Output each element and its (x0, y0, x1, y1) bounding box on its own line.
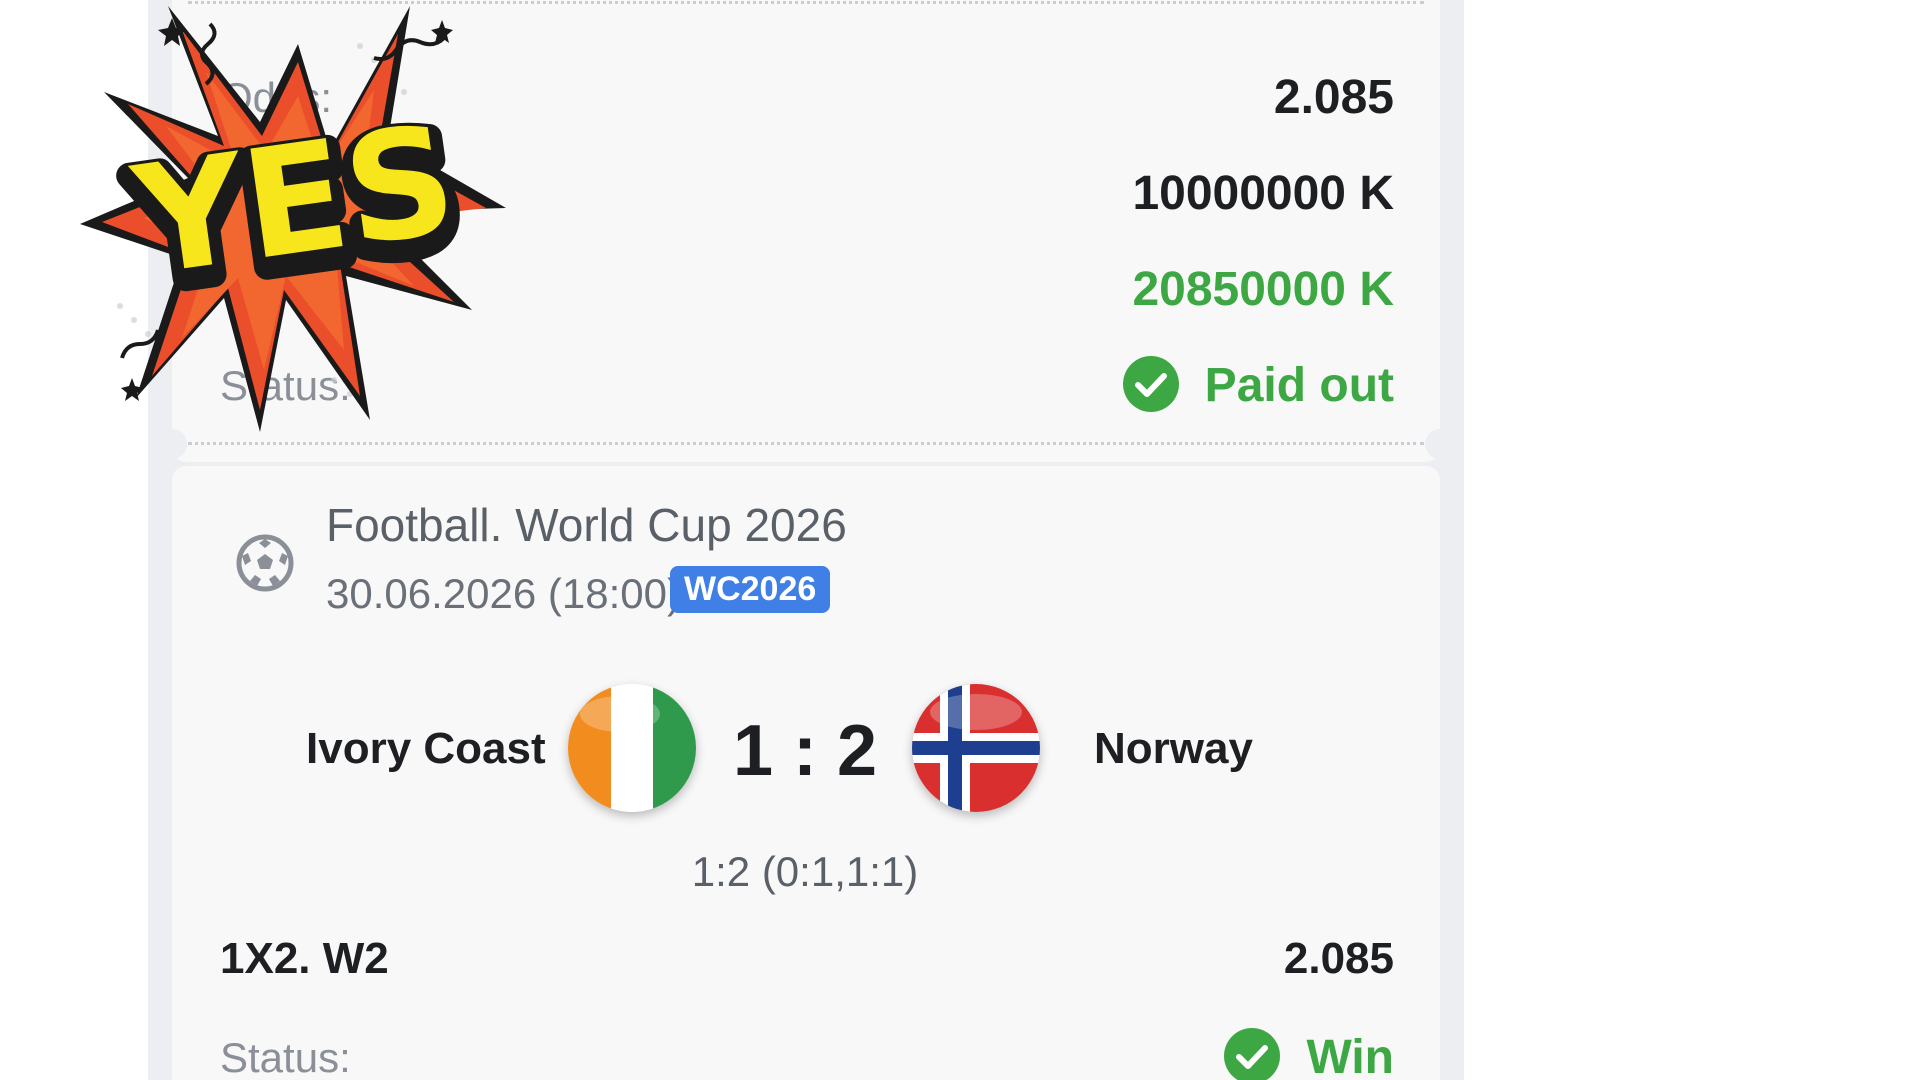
payout-value: 20850000 K (1132, 263, 1394, 316)
check-circle-icon (1224, 1028, 1281, 1080)
check-circle-icon (1122, 356, 1179, 413)
event-status-row: Status: Win (220, 1024, 1394, 1080)
match-score: 1 : 2 (732, 711, 878, 791)
status-value: Paid out (1204, 359, 1394, 412)
away-team-name: Norway (1094, 724, 1253, 773)
score-breakdown: 1:2 (0:1,1:1) (691, 848, 919, 895)
market-odds: 2.085 (1283, 934, 1394, 983)
ivory-coast-flag-icon (568, 684, 696, 812)
perforation-divider (188, 442, 1424, 445)
event-card: Football. World Cup 2026 30.06.2026 (18:… (172, 466, 1440, 1080)
soccer-ball-icon (236, 534, 294, 592)
ticket-notch (1425, 429, 1455, 459)
market-name: 1X2. W2 (220, 934, 389, 983)
odds-value: 2.085 (1273, 71, 1394, 124)
event-status-value-container: Win (1224, 1028, 1394, 1080)
stake-value: 10000000 K (1132, 167, 1394, 220)
event-date: 30.06.2026 (18:00) (326, 570, 681, 617)
market-row: 1X2. W2 2.085 (220, 928, 1394, 988)
home-team-name: Ivory Coast (306, 724, 546, 773)
tournament-tag[interactable]: WC2026 (670, 566, 831, 613)
event-title: Football. World Cup 2026 (326, 499, 847, 551)
norway-flag-icon (912, 684, 1040, 812)
stage: Odds: 2.085 10000000 K 20850000 K Status… (0, 0, 1920, 1080)
yes-starburst-sticker: YES YES (80, 6, 506, 432)
status-value-container: Paid out (1122, 356, 1394, 416)
event-status-label: Status: (220, 1034, 351, 1080)
event-status-value: Win (1306, 1031, 1394, 1080)
